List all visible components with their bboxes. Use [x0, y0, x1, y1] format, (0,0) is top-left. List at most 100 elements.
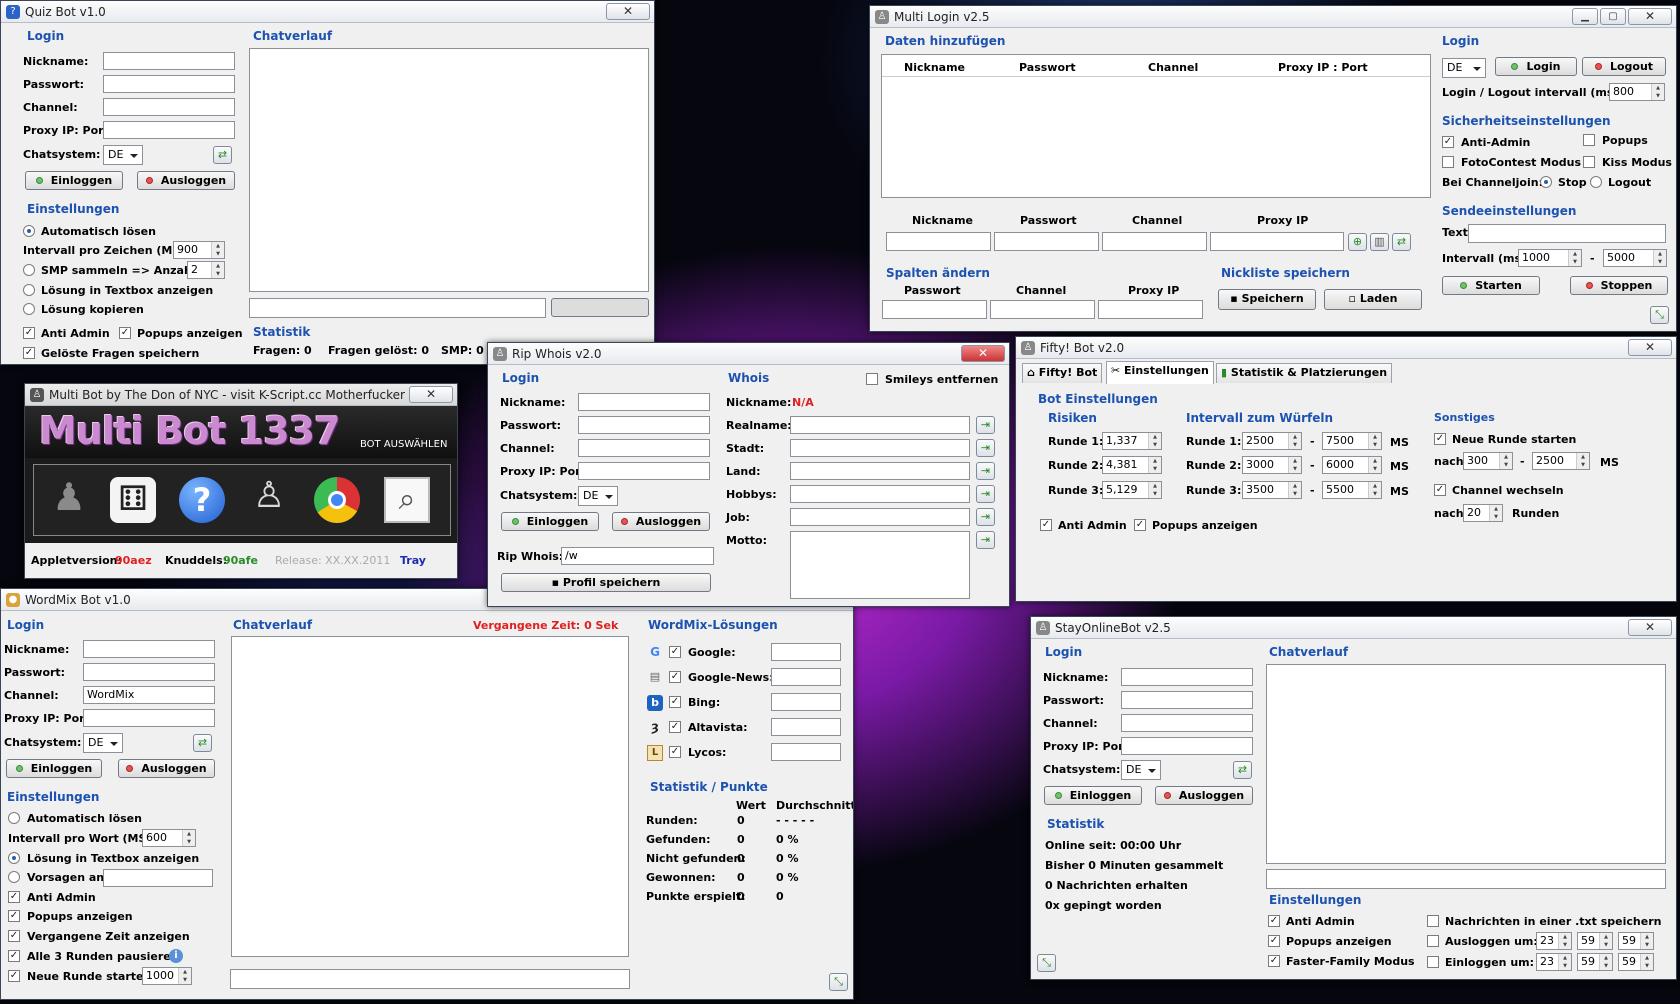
close-button[interactable]: ✕: [1628, 339, 1672, 356]
password-input[interactable]: [1121, 691, 1253, 709]
iw3-min-spinner[interactable]: 3500: [1242, 481, 1302, 499]
ausloggen-um-checkbox[interactable]: [1427, 935, 1439, 947]
einl-sec-spinner[interactable]: 59: [1618, 953, 1654, 971]
risiko3-spinner[interactable]: 5,129: [1102, 481, 1162, 499]
close-button[interactable]: ✕: [409, 386, 453, 403]
lang-select[interactable]: DE: [1442, 58, 1486, 78]
proxy-input[interactable]: [103, 121, 235, 139]
bing-result[interactable]: [771, 693, 841, 711]
popups-checkbox[interactable]: ✓: [1134, 519, 1146, 531]
ausl-hour-spinner[interactable]: 23: [1536, 932, 1572, 950]
stop-radio[interactable]: [1540, 176, 1552, 188]
anti-admin-checkbox[interactable]: ✓: [1442, 136, 1454, 148]
proxy-input[interactable]: [83, 709, 215, 727]
chrome-icon[interactable]: [314, 477, 360, 523]
iw2-max-spinner[interactable]: 6000: [1322, 456, 1382, 474]
popups-checkbox[interactable]: ✓: [119, 327, 131, 339]
refresh-icon[interactable]: ⇄: [1233, 761, 1252, 779]
close-button[interactable]: ✕: [1628, 619, 1672, 636]
text-input[interactable]: [1468, 224, 1666, 243]
altavista-result[interactable]: [771, 718, 841, 736]
einl-min-spinner[interactable]: 59: [1577, 953, 1613, 971]
fotocontest-checkbox[interactable]: [1442, 156, 1454, 168]
chatsystem-select[interactable]: DE: [83, 733, 123, 753]
resize-icon[interactable]: ⤡: [1650, 306, 1669, 324]
iw1-max-spinner[interactable]: 7500: [1322, 432, 1382, 450]
google-checkbox[interactable]: ✓: [669, 646, 681, 658]
iw3-max-spinner[interactable]: 5500: [1322, 481, 1382, 499]
channel-input[interactable]: WordMix: [83, 686, 215, 704]
interval-spinner[interactable]: 900: [173, 241, 225, 259]
account-table[interactable]: Nickname Passwort Channel Proxy IP : Por…: [881, 54, 1431, 198]
chatsystem-select[interactable]: DE: [1121, 760, 1161, 780]
land-input[interactable]: [790, 462, 970, 480]
lycos-checkbox[interactable]: ✓: [669, 746, 681, 758]
vergangene-checkbox[interactable]: ✓: [8, 930, 20, 942]
popups-checkbox[interactable]: [1583, 134, 1595, 146]
loesung-radio[interactable]: [8, 852, 20, 864]
nach-min-spinner[interactable]: 300: [1463, 452, 1513, 470]
starten-button[interactable]: Starten: [1442, 276, 1540, 295]
add-icon[interactable]: ⊕: [1348, 233, 1367, 251]
intervall-min-spinner[interactable]: 1000: [1518, 249, 1582, 267]
neue-runde-spinner[interactable]: 1000: [142, 967, 192, 985]
refresh-icon[interactable]: ⇄: [193, 734, 212, 752]
risiko1-spinner[interactable]: 1,337: [1102, 432, 1162, 450]
alle3-checkbox[interactable]: ✓: [8, 950, 20, 962]
interval-spinner[interactable]: 800: [1609, 83, 1665, 101]
mafia-man-icon[interactable]: ♟: [46, 475, 92, 525]
iw2-min-spinner[interactable]: 3000: [1242, 456, 1302, 474]
speichern-button[interactable]: ▪ Speichern: [1218, 289, 1316, 310]
ausloggen-button[interactable]: Ausloggen: [1155, 786, 1253, 805]
smp-spinner[interactable]: 2: [187, 261, 225, 279]
loesung-textbox-radio[interactable]: [23, 284, 35, 296]
add-channel-input[interactable]: [1102, 232, 1207, 251]
chatsystem-select[interactable]: DE: [578, 486, 618, 506]
einloggen-button[interactable]: Einloggen: [6, 759, 102, 778]
chat-input[interactable]: [230, 969, 630, 989]
ausloggen-button[interactable]: Ausloggen: [137, 171, 235, 190]
channel-input[interactable]: [1121, 714, 1253, 732]
risiko2-spinner[interactable]: 4,381: [1102, 456, 1162, 474]
spalten-passwort-input[interactable]: [882, 300, 987, 319]
ausl-sec-spinner[interactable]: 59: [1618, 932, 1654, 950]
faster-family-checkbox[interactable]: ✓: [1268, 955, 1280, 967]
tab-statistik[interactable]: ▮ Statistik & Platzierungen: [1216, 363, 1393, 383]
copy-icon[interactable]: ⇥: [976, 531, 995, 549]
tray-link[interactable]: Tray: [400, 554, 426, 567]
popups-checkbox[interactable]: ✓: [1268, 935, 1280, 947]
loesung-kopieren-radio[interactable]: [23, 303, 35, 315]
lycos-result[interactable]: [771, 743, 841, 761]
anti-admin-checkbox[interactable]: ✓: [1040, 519, 1052, 531]
copy-icon[interactable]: ⇥: [976, 416, 995, 434]
nickname-input[interactable]: [83, 640, 215, 658]
einloggen-um-checkbox[interactable]: [1427, 956, 1439, 968]
spalten-channel-input[interactable]: [990, 300, 1095, 319]
add-passwort-input[interactable]: [994, 232, 1099, 251]
chat-input[interactable]: [1266, 869, 1666, 889]
nickname-input[interactable]: [103, 52, 235, 70]
close-button[interactable]: ✕: [606, 3, 650, 20]
auto-radio[interactable]: [8, 812, 20, 824]
copy-icon[interactable]: ⇥: [976, 439, 995, 457]
refresh-icon[interactable]: ⇄: [213, 146, 232, 164]
channel-input[interactable]: [103, 98, 235, 116]
trash-icon[interactable]: ▥: [1370, 233, 1389, 251]
geloest-checkbox[interactable]: ✓: [23, 347, 35, 359]
einl-hour-spinner[interactable]: 23: [1536, 953, 1572, 971]
ausloggen-button[interactable]: Ausloggen: [118, 759, 215, 778]
tab-fifty-bot[interactable]: ⌂ Fifty! Bot: [1022, 363, 1103, 383]
txt-speichern-checkbox[interactable]: [1427, 915, 1439, 927]
info-icon[interactable]: i: [169, 949, 183, 963]
einloggen-button[interactable]: Einloggen: [501, 512, 599, 531]
maximize-button[interactable]: ▢: [1600, 8, 1626, 25]
refresh-icon[interactable]: ⇄: [1392, 233, 1411, 251]
person-icon[interactable]: ♙: [246, 475, 292, 525]
runden-spinner[interactable]: 20: [1463, 504, 1503, 522]
resize-icon[interactable]: ⤡: [829, 973, 848, 991]
chatsystem-select[interactable]: DE: [103, 145, 143, 165]
bing-checkbox[interactable]: ✓: [669, 696, 681, 708]
laden-button[interactable]: ▫ Laden: [1324, 289, 1422, 310]
nickname-input[interactable]: [578, 393, 710, 411]
copy-icon[interactable]: ⇥: [976, 462, 995, 480]
